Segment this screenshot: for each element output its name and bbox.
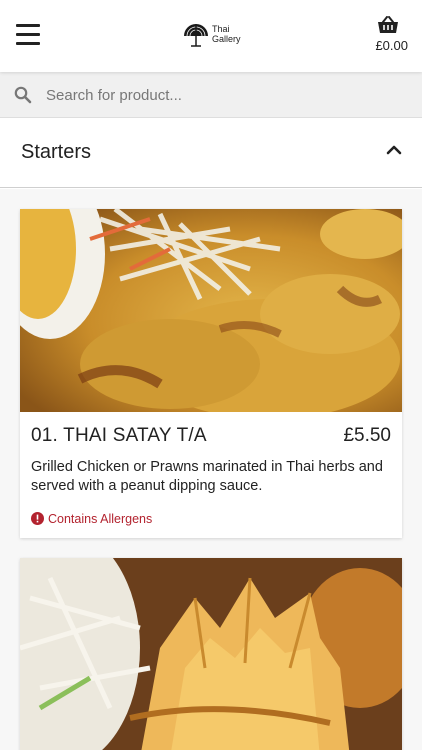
product-name: 01. THAI SATAY T/A [31, 425, 207, 446]
product-card[interactable]: 01. THAI SATAY T/A £5.50 Grilled Chicken… [20, 209, 402, 538]
satay-photo [20, 209, 402, 412]
product-card[interactable] [20, 558, 402, 750]
product-image[interactable] [20, 209, 402, 412]
search-icon [14, 86, 32, 104]
umbrella-logo-icon [184, 24, 208, 47]
search-bar [0, 72, 422, 118]
allergens-link[interactable]: Contains Allergens [31, 512, 152, 526]
product-description: Grilled Chicken or Prawns marinated in T… [31, 459, 383, 494]
allergens-label: Contains Allergens [48, 512, 153, 526]
chevron-up-icon[interactable] [386, 145, 402, 155]
cart-total: £0.00 [375, 38, 408, 53]
alert-icon [31, 512, 44, 525]
logo-text: Thai Gallery [212, 24, 241, 44]
product-image[interactable] [20, 558, 402, 750]
money-bag-photo [20, 558, 402, 750]
search-input[interactable] [46, 80, 406, 110]
product-price: £5.50 [343, 425, 391, 446]
basket-icon [378, 16, 398, 33]
cart-button[interactable]: £0.00 [368, 16, 408, 56]
logo-line-1: Thai [212, 24, 230, 34]
hamburger-menu-icon[interactable] [16, 24, 40, 46]
category-starters[interactable]: Starters [0, 119, 422, 188]
restaurant-logo[interactable]: Thai Gallery [182, 20, 252, 50]
category-title: Starters [21, 141, 92, 163]
app-header: Thai Gallery £0.00 [0, 0, 422, 72]
logo-line-2: Gallery [212, 34, 241, 44]
